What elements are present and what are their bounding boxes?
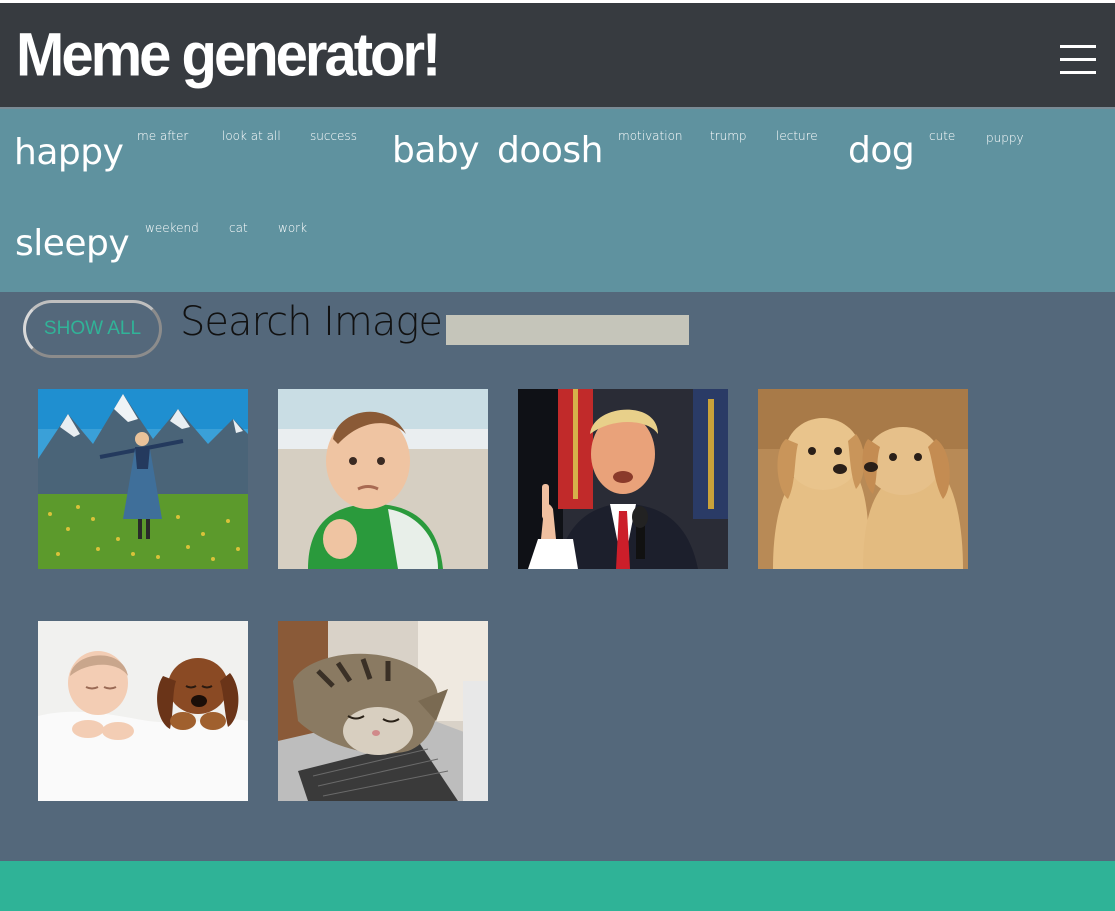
tag-sleepy[interactable]: sleepy (15, 226, 130, 262)
tag-work[interactable]: work (278, 222, 307, 234)
puppies-image (758, 389, 968, 569)
tag-doosh[interactable]: doosh (497, 133, 603, 169)
tag-motivation[interactable]: motivation (618, 130, 683, 142)
tag-lecture[interactable]: lecture (776, 130, 818, 142)
tag-dog[interactable]: dog (848, 133, 915, 169)
cat-laptop-image (278, 621, 488, 801)
show-all-button[interactable]: SHOW ALL (23, 300, 162, 358)
main-content: SHOW ALL Search Image (0, 292, 1115, 861)
gallery-image-cat-laptop[interactable] (278, 621, 488, 801)
gallery-image-puppies[interactable] (758, 389, 968, 569)
meadow-image (38, 389, 248, 569)
search-label: Search Image (180, 299, 443, 345)
tag-cute[interactable]: cute (929, 130, 955, 142)
baby-puppy-image (38, 621, 248, 801)
gallery-image-meadow[interactable] (38, 389, 248, 569)
gallery-image-success-kid[interactable] (278, 389, 488, 569)
tag-success[interactable]: success (310, 130, 357, 142)
header: Meme generator! (0, 3, 1115, 107)
tag-puppy[interactable]: puppy (986, 132, 1024, 144)
hamburger-menu-icon[interactable] (1060, 43, 1098, 77)
tag-cat[interactable]: cat (229, 222, 248, 234)
tag-trump[interactable]: trump (710, 130, 747, 142)
footer (0, 861, 1115, 911)
tag-me-after[interactable]: me after (137, 130, 188, 142)
tag-weekend[interactable]: weekend (145, 222, 199, 234)
search-input[interactable] (446, 315, 689, 345)
tag-look-at-all[interactable]: look at all (222, 130, 281, 142)
page-title: Meme generator! (16, 20, 441, 90)
gallery-image-speaker[interactable] (518, 389, 728, 569)
tag-cloud: happy me after look at all success baby … (0, 107, 1115, 292)
gallery-image-baby-puppy[interactable] (38, 621, 248, 801)
speaker-image (518, 389, 728, 569)
tag-baby[interactable]: baby (392, 133, 480, 169)
success-kid-image (278, 389, 488, 569)
tag-happy[interactable]: happy (14, 135, 124, 171)
